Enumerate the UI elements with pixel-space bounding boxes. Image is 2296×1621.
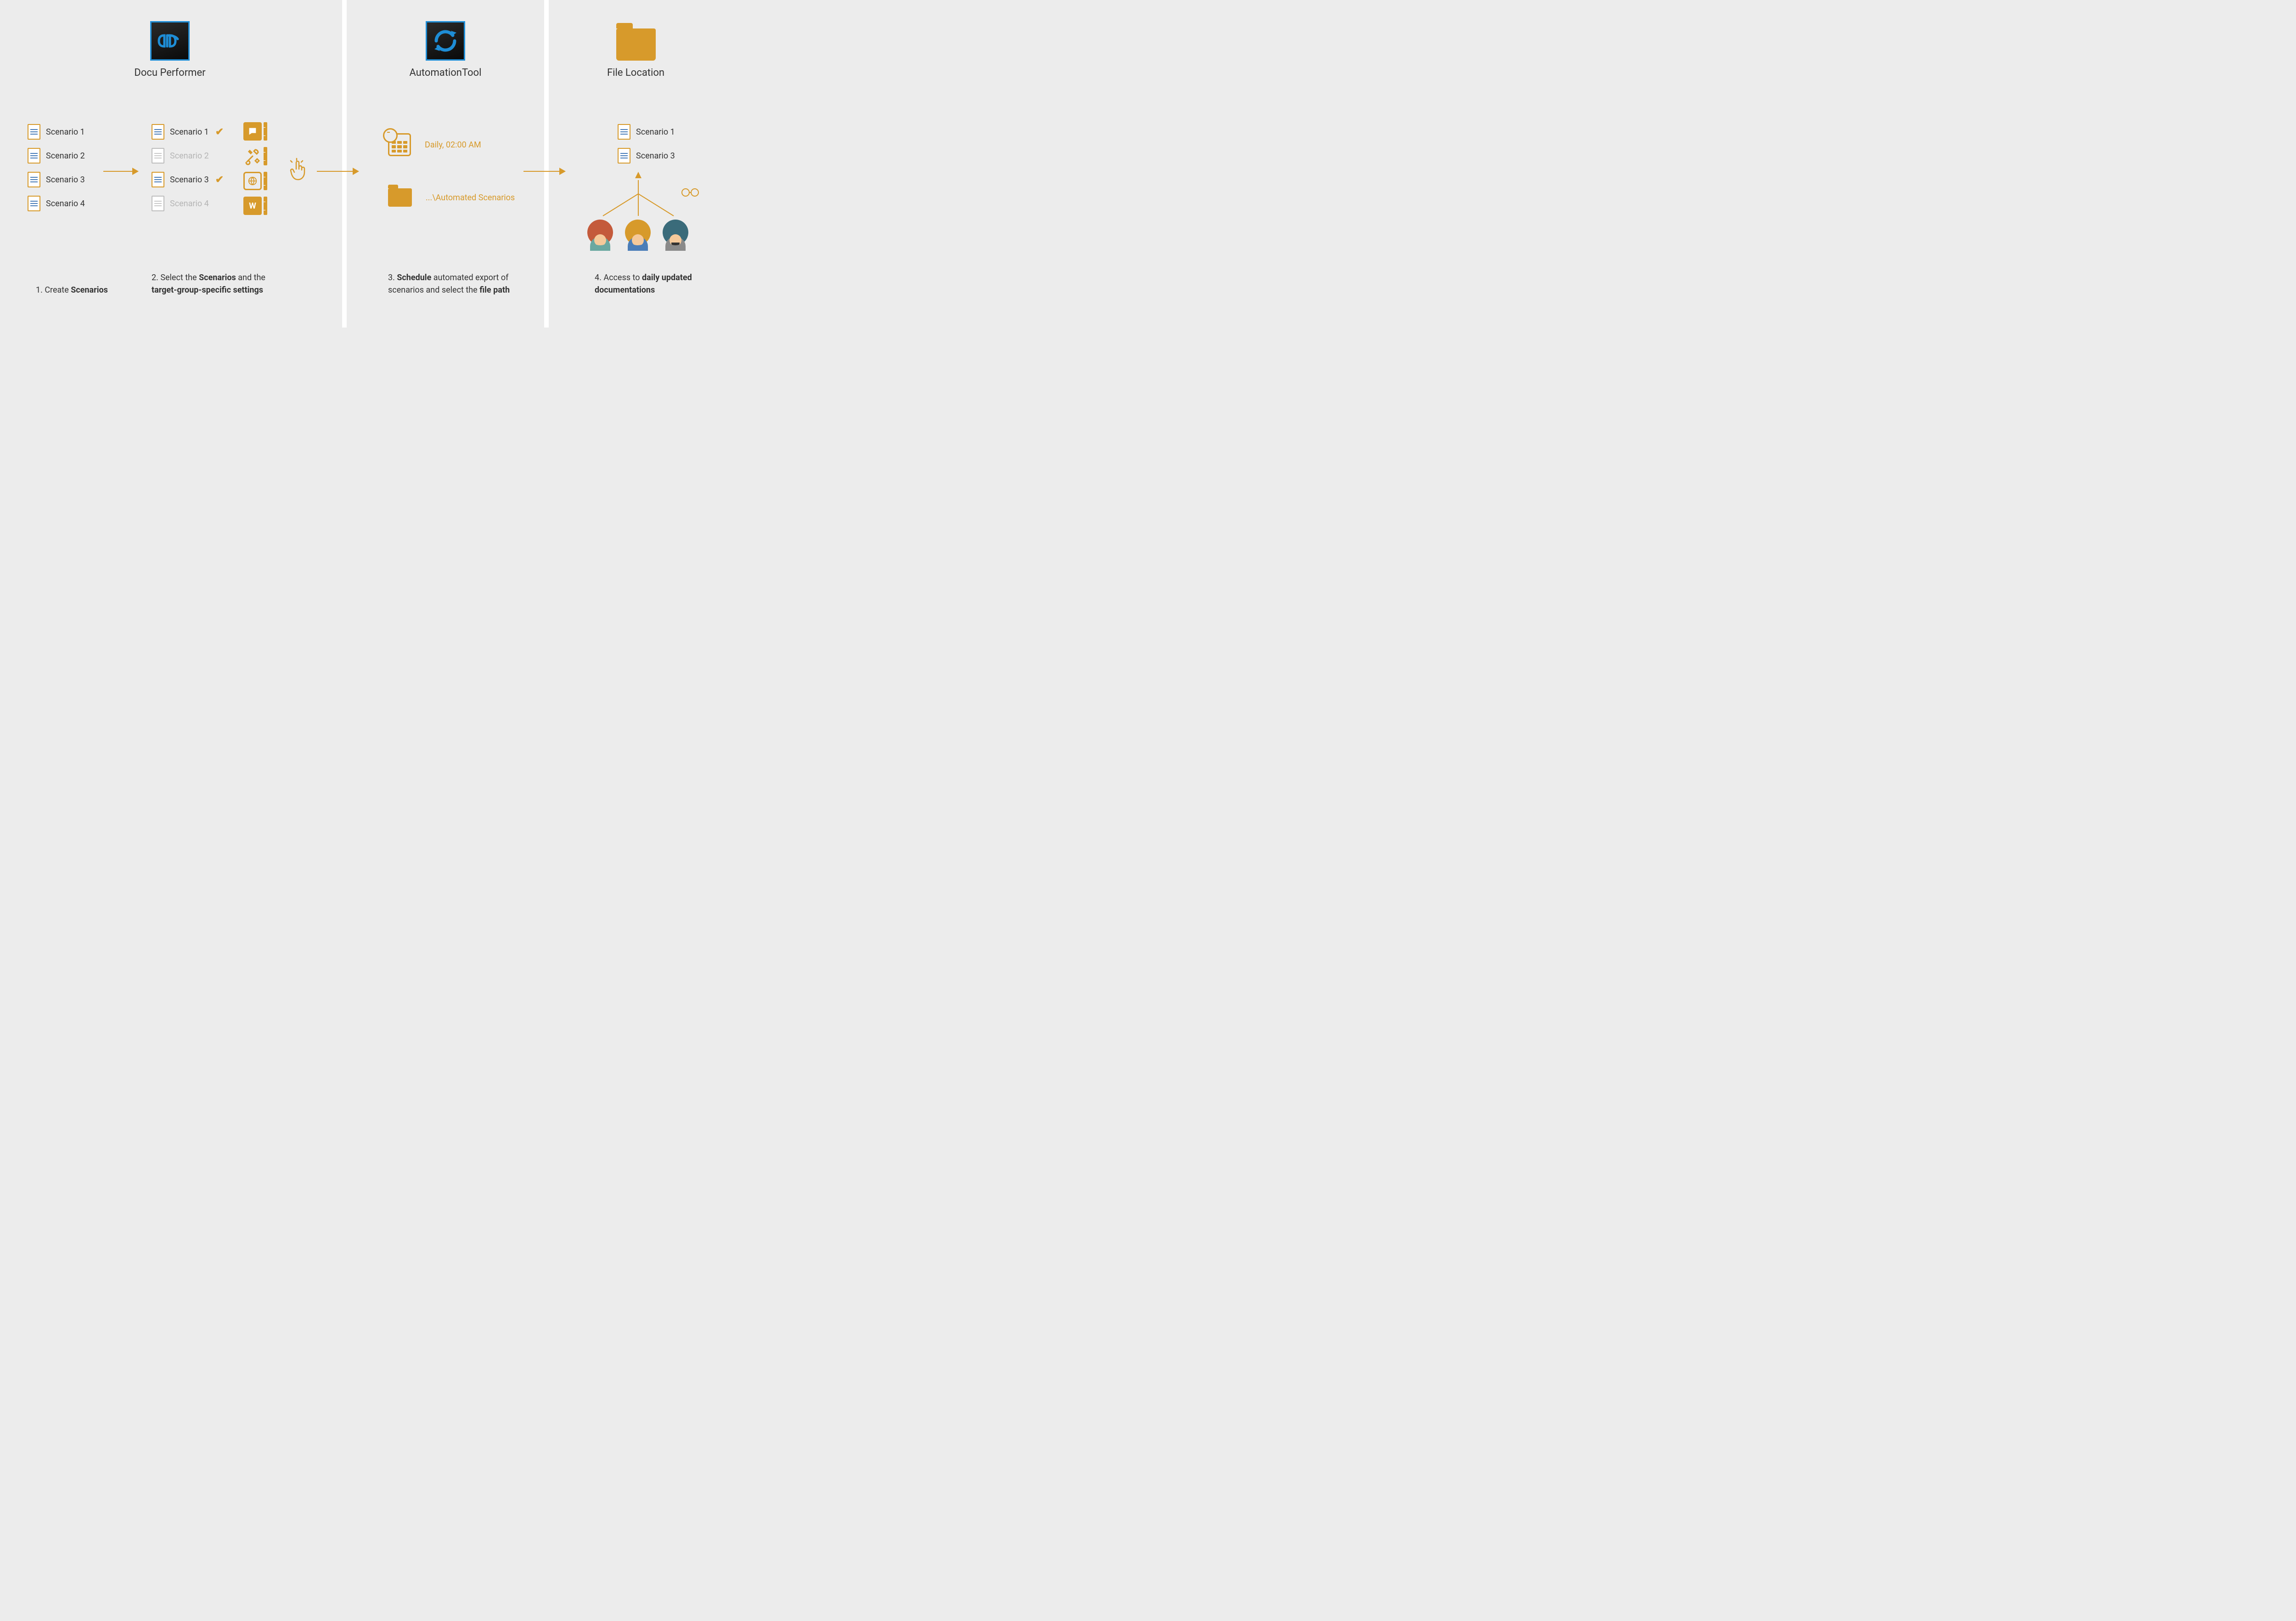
panel-file-location: File Location Scenario 1 Scenario 3 4. A… [549, 0, 723, 328]
document-icon [28, 148, 40, 164]
arrow-icon [317, 171, 358, 172]
automation-tool-logo-icon [426, 21, 465, 61]
click-hand-icon [287, 157, 309, 186]
step-4-caption: 4. Access to daily updated documentation… [595, 271, 714, 296]
panel2-title: AutomationTool [400, 67, 491, 79]
scenario-label: Scenario 2 [170, 151, 209, 161]
document-icon [618, 148, 630, 164]
user-avatar-icon [663, 220, 688, 245]
user-avatar-icon [625, 220, 651, 245]
arrow-icon [523, 171, 565, 172]
panel1-header: Docu Performer [124, 0, 216, 79]
setting-icon-group [243, 122, 267, 141]
scenario-label: Scenario 2 [46, 151, 85, 161]
tools-icon [243, 147, 262, 165]
document-icon [28, 172, 40, 187]
panel-divider [544, 0, 549, 328]
target-settings-icons: W [243, 122, 267, 221]
docu-performer-logo-icon [150, 21, 190, 61]
step-1-caption: 1. Create Scenarios [36, 284, 108, 296]
document-icon [152, 172, 164, 187]
scenario-label: Scenario 4 [46, 199, 85, 209]
step-bold: Scenarios [199, 273, 236, 282]
globe-bubble-icon [243, 172, 262, 190]
step-3-caption: 3. Schedule automated export of scenario… [388, 271, 526, 296]
document-icon [618, 124, 630, 140]
schedule-time-text: Daily, 02:00 AM [425, 140, 481, 150]
scenario-item: Scenario 3 [28, 172, 85, 187]
word-icon: W [243, 197, 262, 215]
panel2-header: AutomationTool [400, 0, 491, 79]
glasses-icon [681, 187, 699, 200]
setting-icon-group: W [243, 197, 267, 215]
arrow-icon [103, 171, 138, 172]
step-bold: file path [479, 285, 510, 295]
step-text: 4. Access to [595, 273, 642, 282]
document-icon [152, 124, 164, 140]
folder-large-icon [616, 28, 656, 61]
path-row: ...\Automated Scenarios [388, 188, 515, 207]
scenario-label: Scenario 1 [46, 127, 85, 137]
scenario-item-unselected: Scenario 4 [152, 196, 224, 211]
step-bold: Schedule [397, 273, 431, 282]
folder-icon [388, 188, 412, 207]
ruler-icon [264, 197, 267, 215]
step-text: 1. Create [36, 285, 71, 295]
setting-icon-group [243, 147, 267, 165]
panel3-header: File Location [590, 0, 682, 79]
panel-automation-tool: AutomationTool Daily, 02:00 AM ...\Autom… [347, 0, 544, 328]
step-bold: target-group-specific settings [152, 285, 263, 295]
ruler-icon [264, 122, 267, 141]
document-icon [152, 196, 164, 211]
document-icon [28, 196, 40, 211]
scenario-item: Scenario 1 [28, 124, 85, 140]
scenario-label: Scenario 1 [170, 127, 209, 137]
comment-icon [243, 122, 262, 141]
scenario-label: Scenario 3 [636, 151, 675, 161]
scenario-label: Scenario 1 [636, 127, 675, 137]
schedule-calendar-icon [388, 133, 411, 156]
step-2-caption: 2. Select the Scenarios and the target-g… [152, 271, 289, 296]
scenario-label: Scenario 4 [170, 199, 209, 209]
output-scenarios: Scenario 1 Scenario 3 [618, 124, 675, 172]
scenario-item: Scenario 3 [618, 148, 675, 164]
file-path-text: ...\Automated Scenarios [426, 193, 515, 203]
scenario-item-selected: Scenario 1 ✔ [152, 124, 224, 140]
converge-arrow-icon [595, 180, 682, 216]
scenario-item: Scenario 2 [28, 148, 85, 164]
panel-docu-performer: Docu Performer Scenario 1 Scenario 2 Sce… [0, 0, 342, 328]
document-icon [152, 148, 164, 164]
panel-divider [342, 0, 347, 328]
scenario-item-unselected: Scenario 2 [152, 148, 224, 164]
step-text: 2. Select the [152, 273, 199, 282]
ruler-icon [264, 172, 267, 190]
scenario-label: Scenario 3 [46, 175, 85, 185]
scenario-item: Scenario 1 [618, 124, 675, 140]
scenario-item: Scenario 4 [28, 196, 85, 211]
user-avatar-icon [587, 220, 613, 245]
scenario-list-create: Scenario 1 Scenario 2 Scenario 3 Scenari… [28, 124, 85, 220]
users-row [587, 220, 688, 245]
document-icon [28, 124, 40, 140]
scenario-item-selected: Scenario 3 ✔ [152, 172, 224, 187]
step-text: 3. [388, 273, 397, 282]
step-bold: Scenarios [71, 285, 108, 295]
setting-icon-group [243, 172, 267, 190]
check-icon: ✔ [215, 126, 224, 138]
step-text: and the [236, 273, 265, 282]
ruler-icon [264, 147, 267, 165]
panel3-title: File Location [590, 67, 682, 79]
scenario-label: Scenario 3 [170, 175, 209, 185]
schedule-row: Daily, 02:00 AM [388, 133, 481, 156]
check-icon: ✔ [215, 174, 224, 186]
scenario-list-select: Scenario 1 ✔ Scenario 2 Scenario 3 ✔ Scena… [152, 124, 224, 220]
panel1-title: Docu Performer [124, 67, 216, 79]
